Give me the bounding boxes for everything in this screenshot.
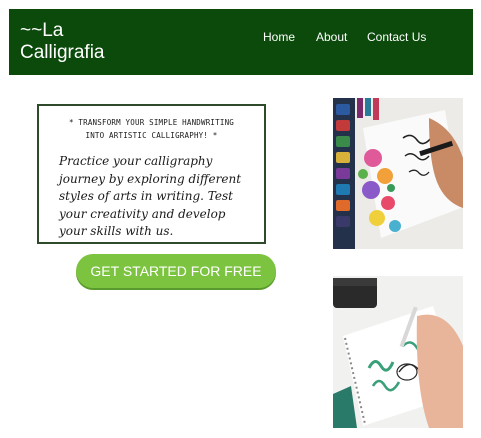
navbar: ~~La Calligrafia Home About Contact Us [9,9,473,75]
nav-contact-link[interactable]: Contact Us [367,30,426,44]
tagline-line-1: * TRANSFORM YOUR SIMPLE HANDWRITING [68,118,235,127]
nav-home-link[interactable]: Home [263,30,295,44]
brand-logo[interactable]: ~~La Calligrafia [20,20,104,64]
nav-about-link[interactable]: About [316,30,347,44]
calligraphy-notebook-photo [333,276,463,428]
tagline-line-2: INTO ARTISTIC CALLIGRAPHY! * [85,131,218,140]
intro-text: Practice your calligraphy journey by exp… [59,154,242,238]
intro-box: * TRANSFORM YOUR SIMPLE HANDWRITING INTO… [37,104,266,244]
tagline: * TRANSFORM YOUR SIMPLE HANDWRITING INTO… [39,116,264,142]
brand-line-2: Calligrafia [20,42,105,63]
brand-line-1: ~~La [20,20,64,41]
get-started-button[interactable]: GET STARTED FOR FREE [76,254,276,288]
calligraphy-flowers-photo [333,98,463,249]
